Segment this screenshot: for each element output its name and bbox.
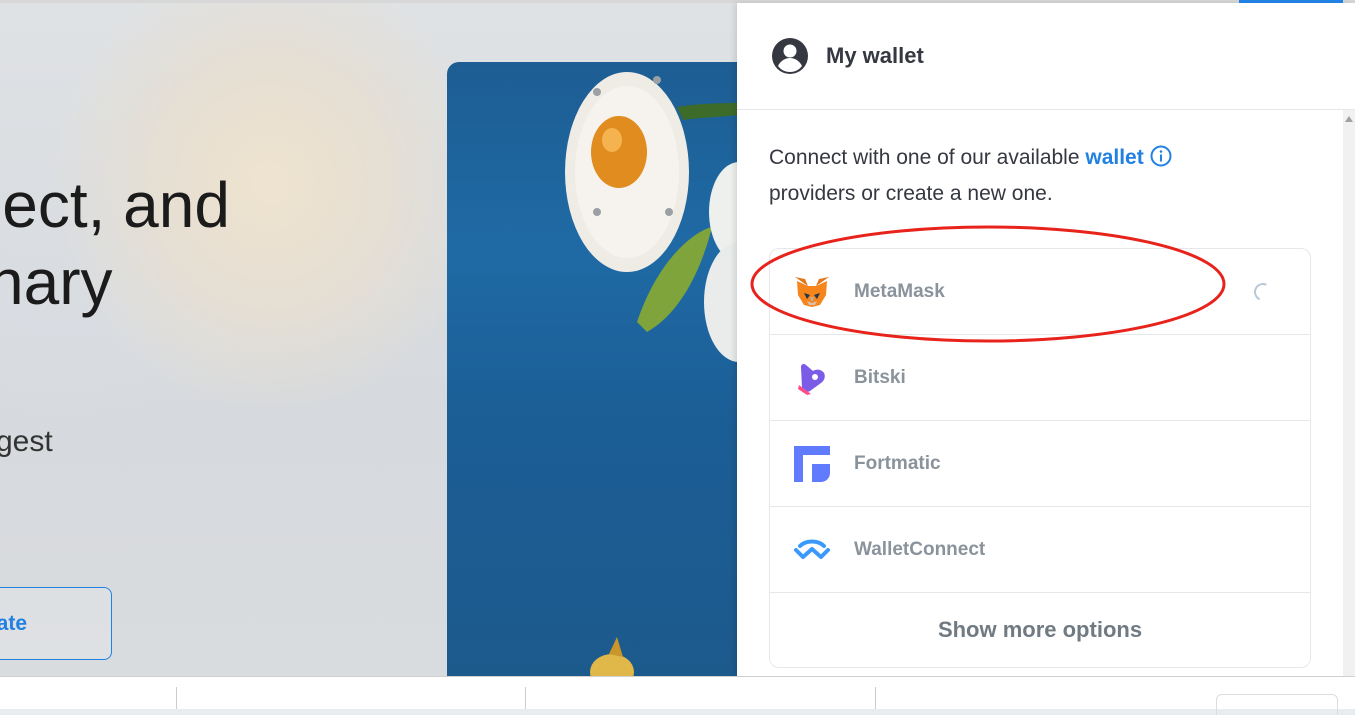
wallet-provider-list: MetaMask Bitski Fortmatic WalletConnect … (769, 248, 1311, 668)
metamask-fox-icon (792, 272, 832, 312)
wallet-option-fortmatic[interactable]: Fortmatic (770, 421, 1310, 507)
wallet-option-label: MetaMask (854, 280, 945, 302)
wallet-option-walletconnect[interactable]: WalletConnect (770, 507, 1310, 593)
bottom-divider (525, 687, 526, 709)
bottom-divider (176, 687, 177, 709)
hero-headline-line2: nary (0, 246, 113, 318)
featured-artwork-image[interactable] (447, 62, 747, 682)
wallet-panel-header: My wallet (737, 3, 1355, 110)
intro-text-end: providers or create a new one. (769, 182, 1053, 205)
panel-scrollbar[interactable] (1343, 110, 1355, 676)
wallet-panel-title: My wallet (826, 43, 924, 68)
hero-headline-line1: lect, and (0, 169, 230, 241)
wallet-option-label: WalletConnect (854, 538, 986, 560)
fortmatic-icon (792, 444, 832, 484)
account-circle-icon (772, 38, 808, 74)
hero-subtext: gest (0, 425, 53, 458)
intro-text-start: Connect with one of our available (769, 146, 1086, 169)
bitski-icon (792, 358, 832, 398)
wallet-option-label: Fortmatic (854, 452, 941, 474)
bottom-divider (875, 687, 876, 709)
show-more-options-button[interactable]: Show more options (770, 593, 1310, 667)
wallet-intro-text: Connect with one of our available wallet… (769, 140, 1249, 212)
loading-spinner-icon (1251, 280, 1275, 304)
hero-create-button[interactable]: ate (0, 587, 112, 660)
bottom-widget[interactable] (1216, 694, 1338, 715)
wallet-option-label: Bitski (854, 366, 906, 388)
wallet-info-link[interactable]: wallet (1085, 146, 1143, 169)
wallet-option-bitski[interactable]: Bitski (770, 335, 1310, 421)
wallet-option-metamask[interactable]: MetaMask (770, 249, 1310, 335)
artwork-painting (565, 72, 747, 682)
bottom-bar (0, 676, 1355, 715)
walletconnect-icon (792, 530, 832, 570)
scroll-up-arrow-icon[interactable] (1345, 116, 1353, 122)
panel-accent-bar (1239, 0, 1343, 3)
info-icon[interactable] (1150, 145, 1172, 167)
wallet-panel: My wallet Connect with one of our availa… (737, 0, 1355, 676)
